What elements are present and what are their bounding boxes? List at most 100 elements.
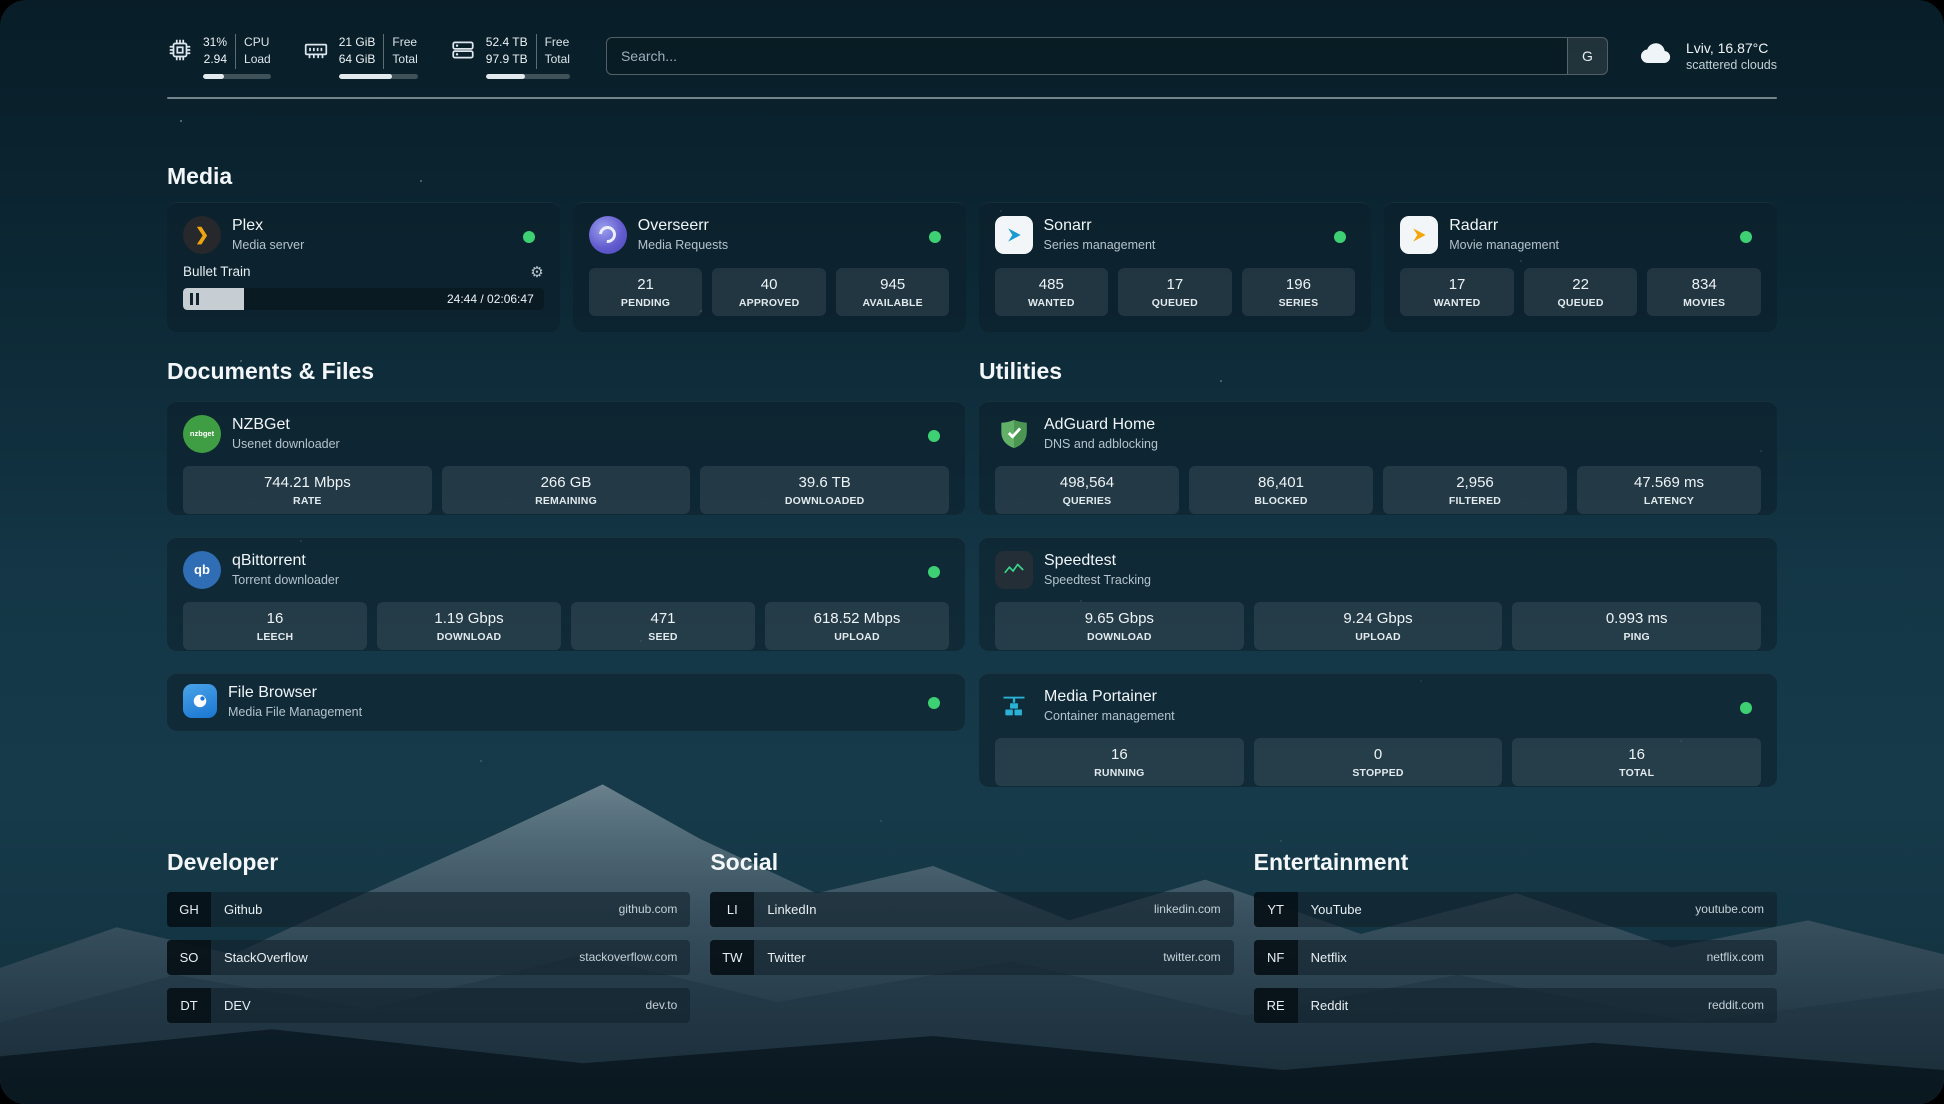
bookmark-dev[interactable]: DT DEV dev.to: [167, 988, 690, 1023]
service-card-portainer[interactable]: Media Portainer Container management 16 …: [979, 673, 1777, 787]
cpu-load: 2.94: [204, 51, 227, 68]
disk-monitor: 52.4 TB 97.9 TB Free Total: [450, 34, 570, 79]
bookmark-url: stackoverflow.com: [579, 950, 690, 964]
stat-box: 39.6 TB DOWNLOADED: [700, 466, 949, 514]
bookmark-stackoverflow[interactable]: SO StackOverflow stackoverflow.com: [167, 940, 690, 975]
sonarr-icon: [995, 216, 1033, 254]
bookmark-name: YouTube: [1298, 902, 1696, 917]
bookmark-url: dev.to: [646, 998, 691, 1012]
stat-box: 16 TOTAL: [1512, 738, 1761, 786]
bookmark-column-developer: Developer GH Github github.com SO StackO…: [167, 849, 690, 1036]
bookmark-name: Github: [211, 902, 619, 917]
stat-box: 945 AVAILABLE: [836, 268, 950, 316]
service-card-adguard[interactable]: AdGuard Home DNS and adblocking 498,564 …: [979, 401, 1777, 515]
bookmark-abbr: GH: [167, 892, 211, 927]
disk-readout: 52.4 TB 97.9 TB Free Total: [486, 34, 570, 79]
service-card-speedtest[interactable]: Speedtest Speedtest Tracking 9.65 Gbps D…: [979, 537, 1777, 651]
portainer-icon: [995, 687, 1033, 725]
adguard-icon: [995, 415, 1033, 453]
stat-box: 40 APPROVED: [712, 268, 826, 316]
radarr-icon: [1400, 216, 1438, 254]
pause-icon[interactable]: [190, 293, 199, 305]
bookmark-reddit[interactable]: RE Reddit reddit.com: [1254, 988, 1777, 1023]
disk-total: 97.9 TB: [486, 51, 528, 68]
header: 31% 2.94 CPU Load: [167, 0, 1777, 79]
service-subtitle: Series management: [1044, 238, 1156, 252]
search-input[interactable]: [607, 38, 1567, 74]
service-card-sonarr[interactable]: Sonarr Series management 485 WANTED 17 Q…: [979, 202, 1372, 332]
service-name: File Browser: [228, 684, 362, 702]
bookmark-youtube[interactable]: YT YouTube youtube.com: [1254, 892, 1777, 927]
playback-time: 24:44 / 02:06:47: [447, 292, 534, 306]
status-dot: [1740, 231, 1752, 243]
status-dot: [928, 430, 940, 442]
stat-box: 0 STOPPED: [1254, 738, 1503, 786]
bookmark-linkedin[interactable]: LI LinkedIn linkedin.com: [710, 892, 1233, 927]
search-bar: G: [606, 37, 1608, 75]
disk-free: 52.4 TB: [486, 34, 528, 51]
stat-box: 21 PENDING: [589, 268, 703, 316]
stat-box: 22 QUEUED: [1524, 268, 1638, 316]
disk-icon: [450, 37, 476, 63]
service-name: Plex: [232, 217, 304, 235]
service-card-plex[interactable]: ❯ Plex Media server Bullet Train ⚙ 24:44…: [167, 202, 560, 332]
service-name: qBittorrent: [232, 552, 339, 570]
bookmark-name: DEV: [211, 998, 646, 1013]
ram-total: 64 GiB: [339, 51, 376, 68]
bookmark-name: Twitter: [754, 950, 1163, 965]
two-column-area: Documents & Files nzbget NZBGet Usenet d…: [167, 358, 1777, 809]
service-subtitle: Media File Management: [228, 705, 362, 719]
stat-box: 47.569 ms LATENCY: [1577, 466, 1761, 514]
status-dot: [928, 566, 940, 578]
plex-icon: ❯: [183, 216, 221, 254]
ram-free-label: Free: [392, 34, 417, 51]
service-name: Radarr: [1449, 217, 1559, 235]
service-card-overseerr[interactable]: Overseerr Media Requests 21 PENDING 40 A…: [573, 202, 966, 332]
bookmark-abbr: LI: [710, 892, 754, 927]
service-subtitle: Media Requests: [638, 238, 728, 252]
stat-box: 1.19 Gbps DOWNLOAD: [377, 602, 561, 650]
service-name: AdGuard Home: [1044, 416, 1158, 434]
bookmark-name: LinkedIn: [754, 902, 1154, 917]
now-playing-title: Bullet Train: [183, 264, 251, 279]
service-card-qbittorrent[interactable]: qb qBittorrent Torrent downloader 16 LEE…: [167, 537, 965, 651]
disk-free-label: Free: [545, 34, 570, 51]
status-dot: [1740, 702, 1752, 714]
cpu-percent: 31%: [203, 34, 227, 51]
ram-readout: 21 GiB 64 GiB Free Total: [339, 34, 418, 79]
search-engine-button[interactable]: G: [1567, 38, 1607, 74]
stat-box: 0.993 ms PING: [1512, 602, 1761, 650]
bookmark-twitter[interactable]: TW Twitter twitter.com: [710, 940, 1233, 975]
cpu-readout: 31% 2.94 CPU Load: [203, 34, 271, 79]
service-name: Overseerr: [638, 217, 728, 235]
bookmark-github[interactable]: GH Github github.com: [167, 892, 690, 927]
service-subtitle: Usenet downloader: [232, 437, 340, 451]
playback-progress-bar[interactable]: 24:44 / 02:06:47: [183, 288, 544, 310]
weather-widget[interactable]: Lviv, 16.87°C scattered clouds: [1638, 36, 1777, 77]
weather-location: Lviv, 16.87°C: [1686, 40, 1777, 56]
gear-icon[interactable]: ⚙: [530, 263, 543, 281]
ram-total-label: Total: [392, 51, 417, 68]
stat-box: 9.65 Gbps DOWNLOAD: [995, 602, 1244, 650]
section-title-social: Social: [710, 849, 1233, 876]
bookmark-url: github.com: [619, 902, 691, 916]
status-dot: [1334, 231, 1346, 243]
stat-box: 17 WANTED: [1400, 268, 1514, 316]
stat-box: 834 MOVIES: [1647, 268, 1761, 316]
service-subtitle: Container management: [1044, 709, 1175, 723]
service-card-nzbget[interactable]: nzbget NZBGet Usenet downloader 744.21 M…: [167, 401, 965, 515]
section-title-entertainment: Entertainment: [1254, 849, 1777, 876]
ram-progress-bar: [339, 74, 418, 79]
bookmark-netflix[interactable]: NF Netflix netflix.com: [1254, 940, 1777, 975]
stat-box: 9.24 Gbps UPLOAD: [1254, 602, 1503, 650]
service-name: NZBGet: [232, 416, 340, 434]
service-subtitle: Torrent downloader: [232, 573, 339, 587]
overseerr-icon: [589, 216, 627, 254]
stat-box: 471 SEED: [571, 602, 755, 650]
service-card-filebrowser[interactable]: File Browser Media File Management: [167, 673, 965, 731]
cpu-monitor: 31% 2.94 CPU Load: [167, 34, 271, 79]
dashboard-content: 31% 2.94 CPU Load: [167, 0, 1777, 1036]
nzbget-icon: nzbget: [183, 415, 221, 453]
documents-column: Documents & Files nzbget NZBGet Usenet d…: [167, 358, 965, 809]
service-card-radarr[interactable]: Radarr Movie management 17 WANTED 22 QUE…: [1384, 202, 1777, 332]
